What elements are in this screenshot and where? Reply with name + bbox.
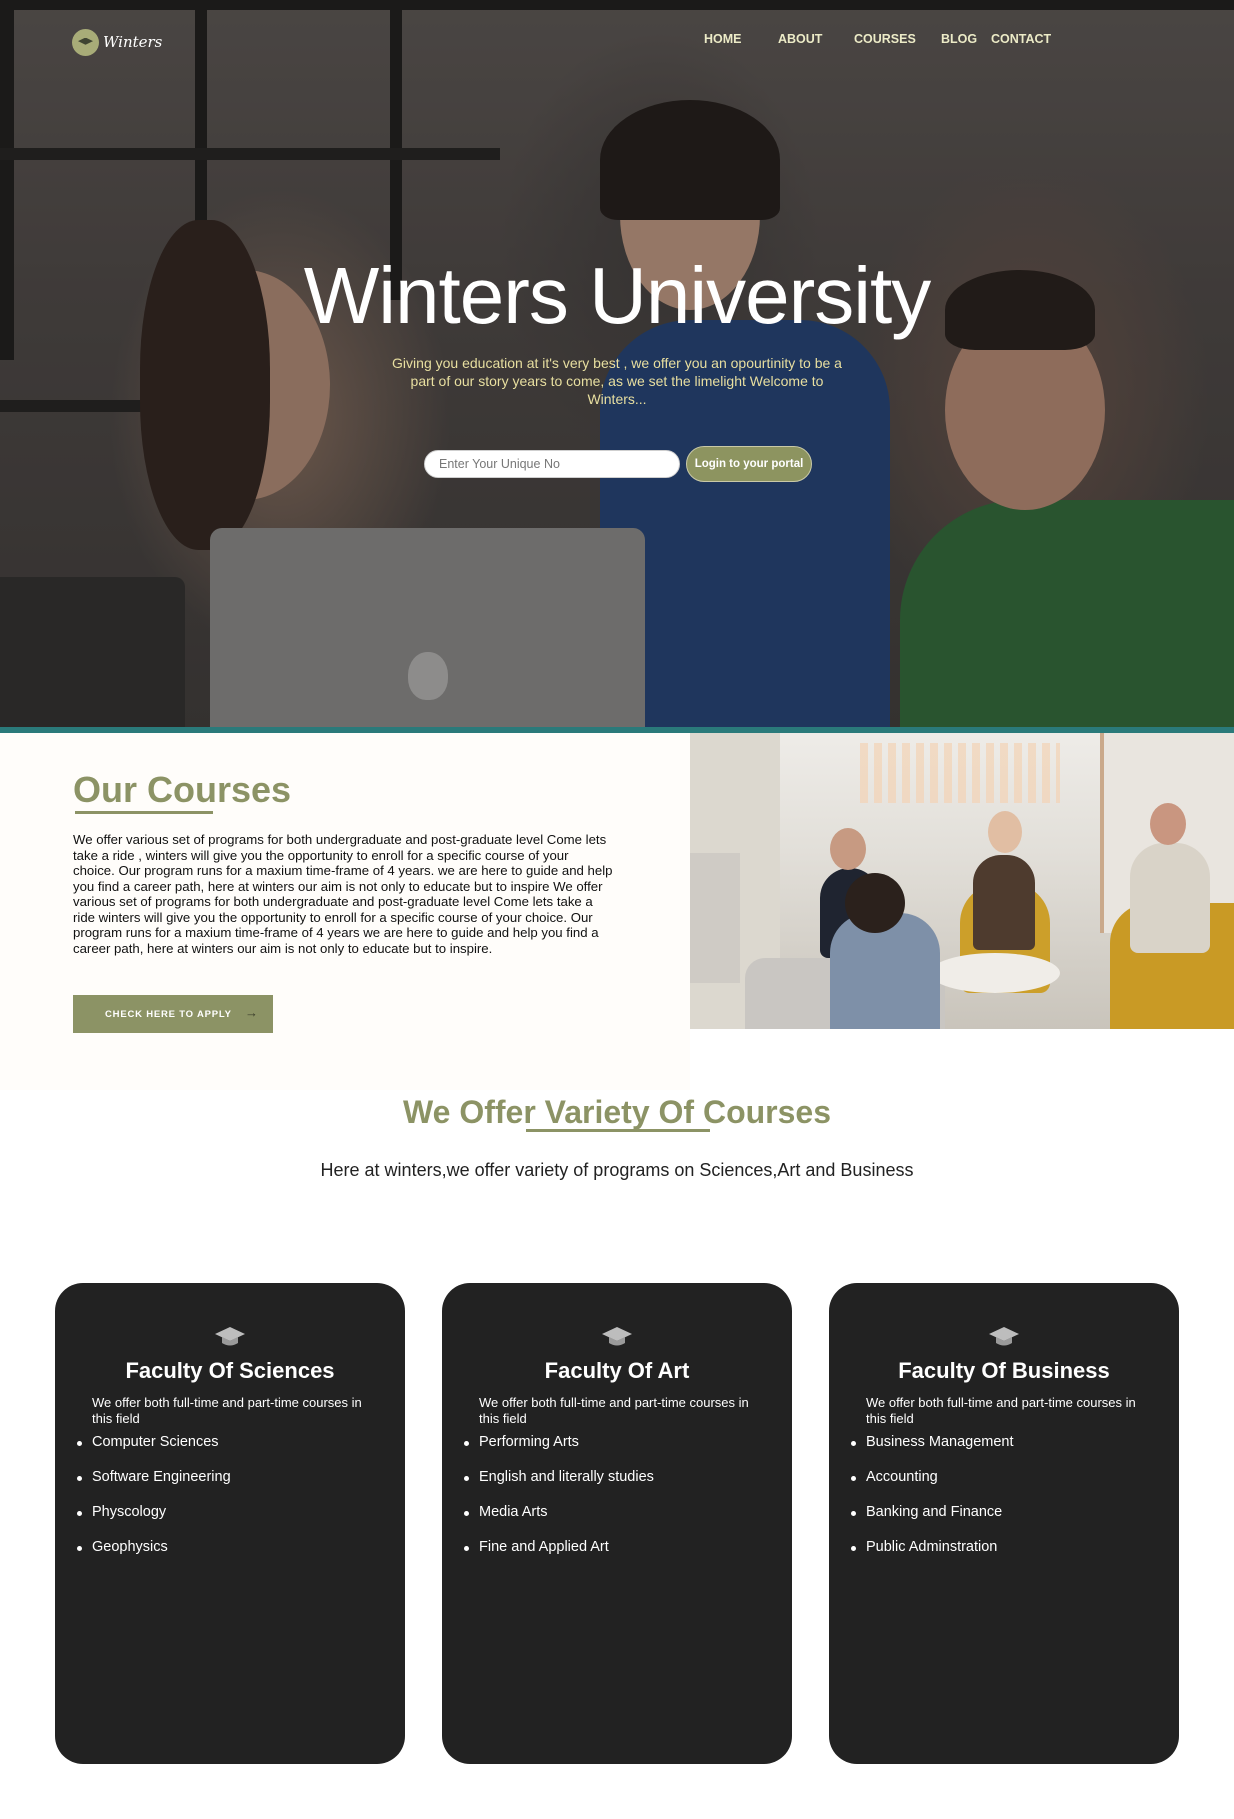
nav-home[interactable]: HOME [704,32,742,46]
variety-title: We Offer Variety Of Courses [403,1094,831,1130]
list-item: Accounting [851,1468,1014,1486]
faculty-title: Faculty Of Business [898,1358,1110,1383]
list-item: Software Engineering [77,1469,231,1485]
list-item: Media Arts [464,1503,654,1521]
faculty-course-list: Computer Sciences Software Engineering P… [77,1433,231,1573]
list-item: Fine and Applied Art [464,1538,654,1556]
faculty-title: Faculty Of Art [544,1358,690,1383]
faculty-card-business: Faculty Of Business We offer both full-t… [829,1283,1179,1764]
apply-button[interactable]: CHECK HERE TO APPLY → [73,995,273,1033]
graduation-cap-icon [989,1327,1019,1346]
variety-subtitle: Here at winters,we offer variety of prog… [320,1160,914,1180]
nav-about[interactable]: ABOUT [778,32,822,46]
graduation-cap-icon [602,1327,632,1346]
login-portal-button[interactable]: Login to your portal [686,446,812,482]
hero-subtitle: Giving you education at it's very best ,… [392,355,842,407]
hero-title: Winters University [303,251,932,340]
photo-person [845,873,905,933]
faculty-title: Faculty Of Sciences [125,1358,335,1383]
courses-description: We offer various set of programs for bot… [73,832,613,956]
brand-name: Winters [103,33,163,51]
variety-title-underline [526,1129,710,1132]
photo-person [690,853,740,983]
nav-blog[interactable]: BLOG [941,32,977,46]
nav-courses[interactable]: COURSES [854,32,916,46]
list-item: Banking and Finance [851,1503,1014,1521]
list-item: Public Adminstration [851,1538,1014,1556]
photo-person [973,855,1035,950]
faculty-description: We offer both full-time and part-time co… [866,1395,1136,1426]
hero-section: Winters HOME ABOUT COURSES BLOG CONTACT … [0,0,1234,727]
brand-logo[interactable]: Winters [72,28,162,56]
apply-button-label: CHECK HERE TO APPLY [105,1008,232,1020]
courses-title-underline [75,811,213,814]
list-item: Physcology [77,1503,231,1521]
courses-title: Our Courses [73,769,292,810]
photo-person [988,811,1022,853]
photo-person [1130,843,1210,953]
nav-contact[interactable]: CONTACT [991,32,1051,46]
unique-number-input[interactable] [424,450,680,478]
list-item: Performing Arts [464,1433,654,1451]
courses-photo [690,733,1234,1029]
faculty-course-list: Performing Arts English and literally st… [464,1433,654,1573]
list-item: English and literally studies [464,1469,654,1485]
faculty-description: We offer both full-time and part-time co… [479,1395,749,1426]
photo-person [830,828,866,870]
logo-icon [72,28,99,56]
list-item: Business Management [851,1434,1014,1450]
faculty-card-sciences: Faculty Of Sciences We offer both full-t… [55,1283,405,1764]
faculty-description: We offer both full-time and part-time co… [92,1395,362,1426]
graduation-cap-icon [215,1327,245,1346]
list-item: Geophysics [77,1538,231,1556]
photo-person [1150,803,1186,845]
list-item: Computer Sciences [77,1433,231,1451]
photo-sticky-notes [860,743,1060,803]
faculty-course-list: Business Management Accounting Banking a… [851,1433,1014,1573]
photo-table [930,953,1060,993]
faculty-card-art: Faculty Of Art We offer both full-time a… [442,1283,792,1764]
arrow-right-icon: → [245,1005,259,1020]
